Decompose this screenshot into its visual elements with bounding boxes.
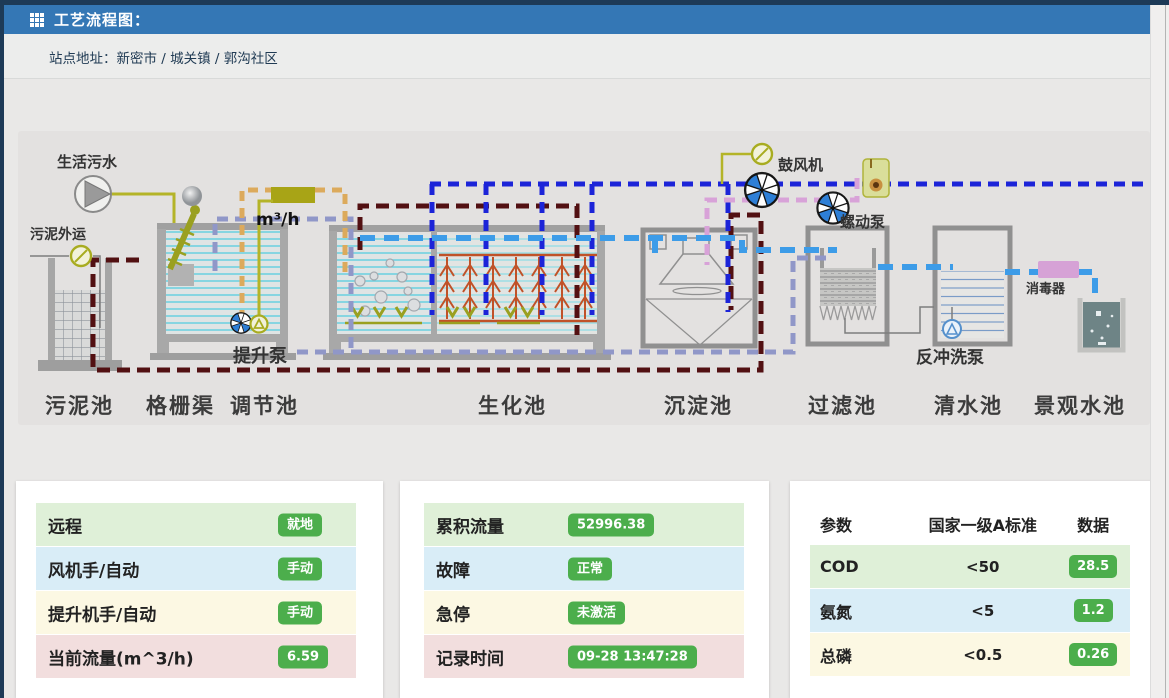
sludge-tank (38, 258, 122, 371)
grid-icon (30, 13, 44, 27)
dosing-device (863, 159, 889, 197)
value-badge: 28.5 (1069, 555, 1117, 578)
param-name: 总磷 (810, 643, 909, 667)
param-standard: <5 (909, 602, 1056, 620)
timestamp-badge: 09-28 13:47:28 (568, 645, 697, 668)
tank-label-clearwater: 清水池 (934, 390, 1003, 420)
status-badge: 手动 (278, 557, 322, 580)
param-standard: <50 (909, 558, 1056, 576)
value-badge: 0.26 (1069, 643, 1117, 666)
tank-label-filter: 过滤池 (808, 390, 877, 420)
row-label: 提升机手/自动 (48, 600, 156, 625)
status-badge: 正常 (568, 557, 612, 580)
label-sewage: 生活污水 (57, 151, 117, 172)
label-sludge-out: 污泥外运 (30, 224, 86, 244)
table-row: 远程 就地 (36, 503, 356, 547)
flow-status-table: 累积流量 52996.38 故障 正常 急停 未激活 记录时间 09-28 13… (424, 503, 744, 679)
process-diagram-panel: 生活污水 污泥外运 提升泵 m³/h 鼓风机 螺动泵 消毒器 反冲洗泵 污泥池 … (18, 131, 1150, 425)
row-label: 记录时间 (436, 644, 504, 669)
screen-channel-tank (150, 223, 296, 360)
table-row: 氨氮 <5 1.2 (810, 589, 1130, 633)
process-diagram (18, 131, 1150, 425)
table-row: 急停 未激活 (424, 591, 744, 635)
biochemical-tank (323, 225, 611, 360)
tank-label-landscape: 景观水池 (1034, 390, 1126, 420)
status-badge: 未激活 (568, 601, 625, 624)
page-title: 工艺流程图： (54, 9, 150, 30)
water-quality-card: 参数 国家一级A标准 数据 COD <50 28.5 氨氮 <5 1.2 总磷 … (790, 481, 1157, 698)
label-backwash-pump: 反冲洗泵 (916, 343, 984, 368)
filter-tank (808, 228, 887, 344)
header-data: 数据 (1056, 512, 1130, 536)
row-label: 故障 (436, 556, 470, 581)
table-row: 故障 正常 (424, 547, 744, 591)
table-row: 风机手/自动 手动 (36, 547, 356, 591)
landscape-pool (1080, 298, 1123, 350)
header-standard: 国家一级A标准 (909, 512, 1056, 536)
row-label: 累积流量 (436, 512, 504, 537)
tank-label-biochemical: 生化池 (478, 390, 547, 420)
value-badge: 52996.38 (568, 513, 654, 536)
row-label: 当前流量(m^3/h) (48, 644, 194, 669)
label-disinfector: 消毒器 (1026, 278, 1065, 297)
table-row: 提升机手/自动 手动 (36, 591, 356, 635)
disinfector-box (1038, 261, 1079, 278)
value-badge: 6.59 (278, 645, 328, 668)
header-bar: 工艺流程图： (4, 5, 1150, 34)
label-blower: 鼓风机 (778, 154, 823, 175)
param-standard: <0.5 (909, 646, 1056, 664)
process-flow-page: 工艺流程图： 站点地址：新密市 / 城关镇 / 郭沟社区 (0, 0, 1169, 698)
vertical-scrollbar[interactable] (1150, 5, 1169, 698)
sedimentation-tank (643, 230, 755, 346)
flow-status-card: 累积流量 52996.38 故障 正常 急停 未激活 记录时间 09-28 13… (400, 481, 769, 698)
backwash-pump-icon (943, 320, 961, 338)
table-header-row: 参数 国家一级A标准 数据 (810, 503, 1130, 545)
breadcrumb: 站点地址：新密市 / 城关镇 / 郭沟社区 (49, 47, 278, 67)
label-lift-pump: 提升泵 (233, 342, 287, 368)
table-row: 累积流量 52996.38 (424, 503, 744, 547)
table-row: 记录时间 09-28 13:47:28 (424, 635, 744, 679)
table-row: COD <50 28.5 (810, 545, 1130, 589)
tank-label-regulating: 调节池 (230, 390, 299, 420)
table-row: 当前流量(m^3/h) 6.59 (36, 635, 356, 679)
lift-pump-icons (231, 313, 268, 333)
table-row: 总磷 <0.5 0.26 (810, 633, 1130, 677)
sludge-out-valve (71, 246, 91, 266)
breadcrumb-bar: 站点地址：新密市 / 城关镇 / 郭沟社区 (4, 34, 1150, 79)
water-quality-table: 参数 国家一级A标准 数据 COD <50 28.5 氨氮 <5 1.2 总磷 … (810, 503, 1130, 677)
param-name: 氨氮 (810, 599, 909, 623)
control-status-card: 远程 就地 风机手/自动 手动 提升机手/自动 手动 当前流量(m^3/h) 6… (16, 481, 383, 698)
value-badge: 1.2 (1074, 599, 1113, 622)
tank-label-sludge: 污泥池 (45, 390, 114, 420)
label-screw-pump: 螺动泵 (840, 211, 885, 232)
status-badge: 手动 (278, 601, 322, 624)
inlet-pump-icon (75, 176, 174, 223)
header-param: 参数 (810, 512, 909, 536)
row-label: 急停 (436, 600, 470, 625)
status-badge: 就地 (278, 513, 322, 536)
param-name: COD (810, 557, 909, 576)
tank-label-screen: 格栅渠 (146, 390, 215, 420)
row-label: 远程 (48, 512, 82, 537)
tank-label-sedimentation: 沉淀池 (664, 390, 733, 420)
control-status-table: 远程 就地 风机手/自动 手动 提升机手/自动 手动 当前流量(m^3/h) 6… (36, 503, 356, 679)
row-label: 风机手/自动 (48, 556, 139, 581)
label-flow-unit: m³/h (256, 210, 299, 230)
window-left-strip (0, 0, 4, 698)
